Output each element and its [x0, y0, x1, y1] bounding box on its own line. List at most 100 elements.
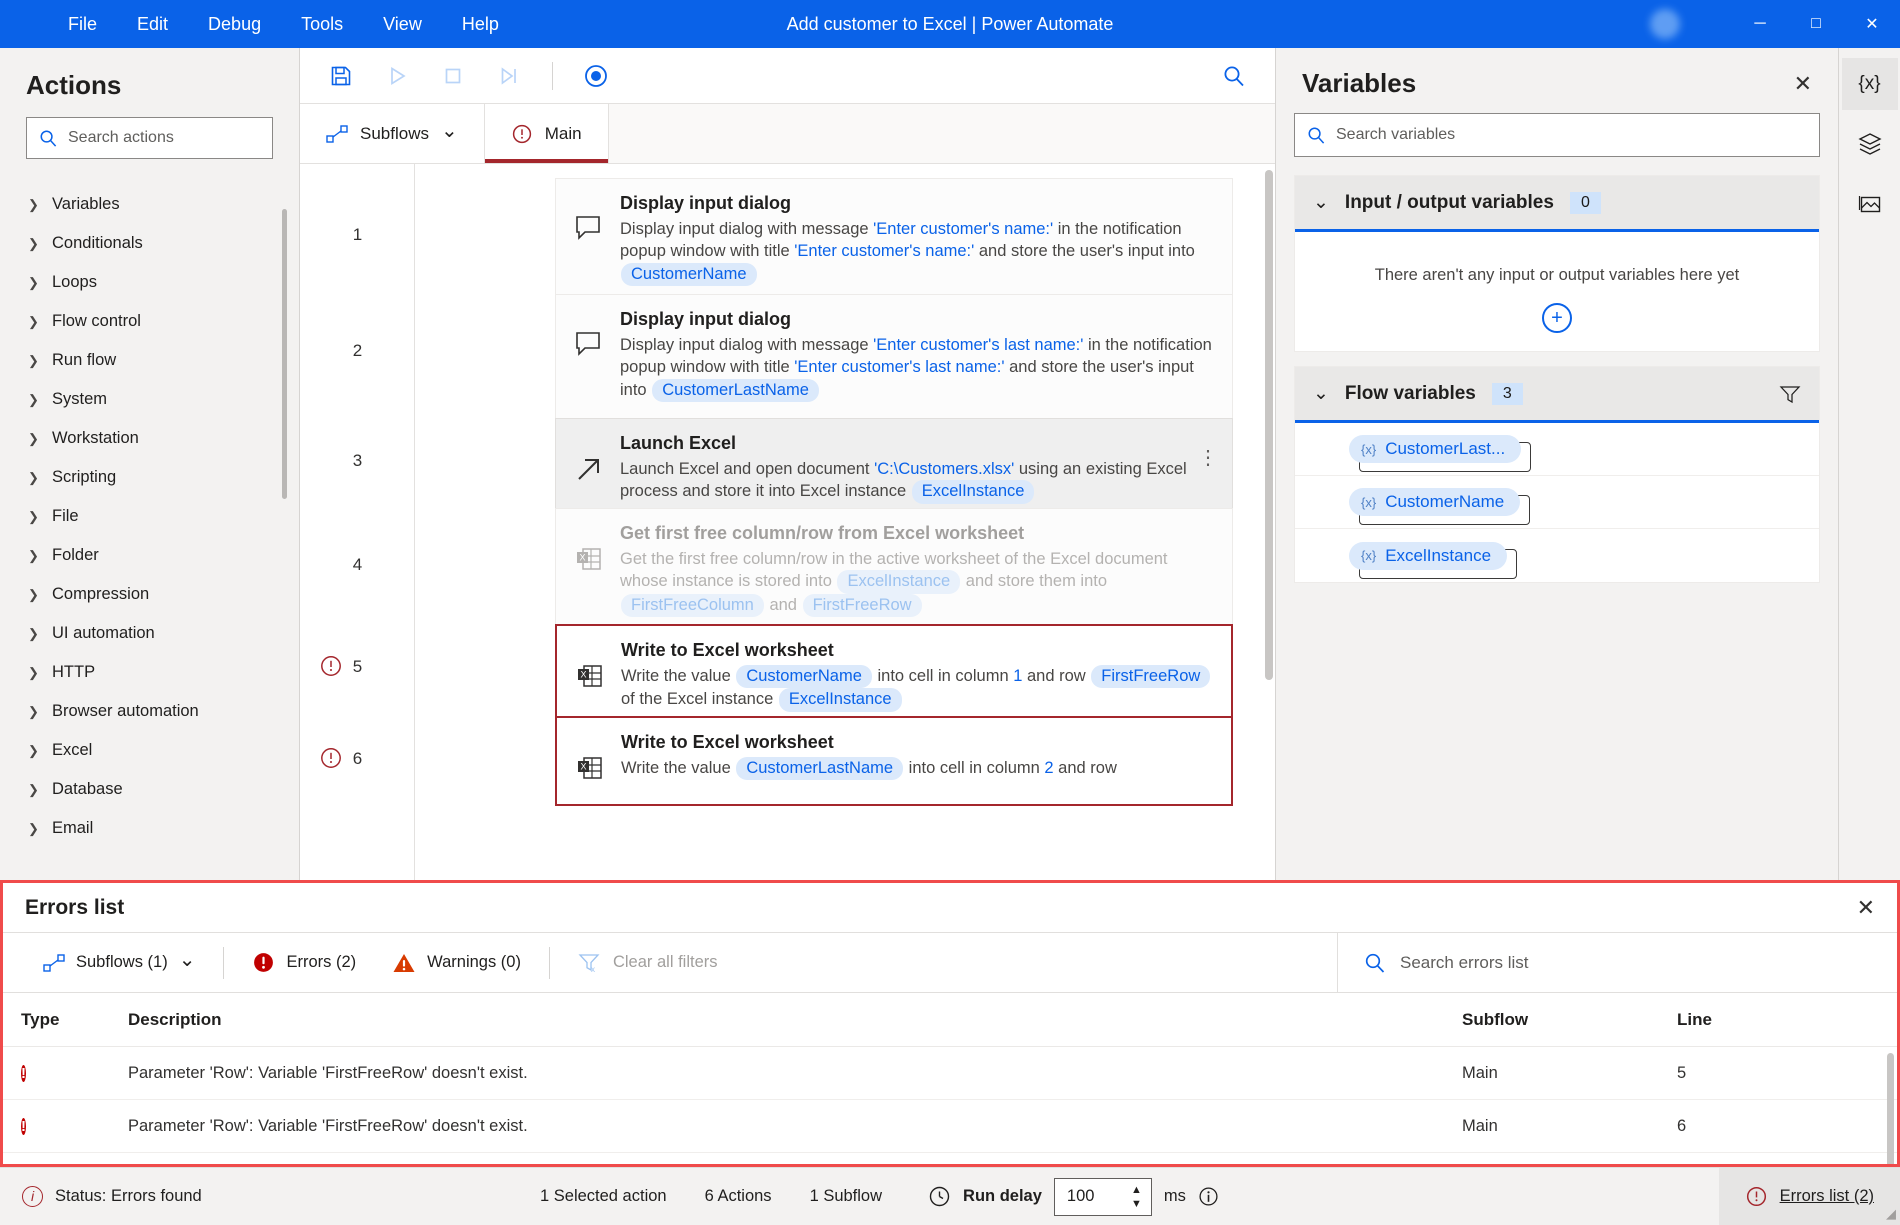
info-icon[interactable] [1198, 1186, 1219, 1207]
search-flow-button[interactable] [1211, 56, 1257, 96]
tab-main[interactable]: Main [485, 104, 609, 163]
variable-chip[interactable]: FirstFreeColumn [621, 594, 764, 617]
sidebar-item-email[interactable]: ❯Email [0, 809, 299, 848]
chevron-up-icon[interactable]: ▲ [1131, 1183, 1142, 1197]
resize-grip-icon[interactable]: ◢ [1886, 1206, 1896, 1222]
sidebar-item-compression[interactable]: ❯Compression [0, 575, 299, 614]
close-icon[interactable]: ✕ [1857, 895, 1875, 921]
sidebar-item-workstation[interactable]: ❯Workstation [0, 419, 299, 458]
sidebar-item-flow-control[interactable]: ❯Flow control [0, 302, 299, 341]
search-actions-input[interactable] [68, 129, 275, 147]
sidebar-item-run-flow[interactable]: ❯Run flow [0, 341, 299, 380]
minimize-button[interactable]: ─ [1732, 0, 1788, 48]
error-filled-icon [252, 951, 275, 974]
sidebar-item-system[interactable]: ❯System [0, 380, 299, 419]
chevron-down-icon[interactable]: ⌄ [179, 947, 196, 972]
action-more-options-button[interactable]: ⋮ [1198, 445, 1218, 470]
variable-chip[interactable]: ExcelInstance [779, 688, 902, 711]
clear-all-filters-button[interactable]: x Clear all filters [560, 942, 736, 984]
menu-help[interactable]: Help [442, 8, 519, 41]
flow-action-item[interactable]: Display input dialogDisplay input dialog… [555, 178, 1233, 303]
add-variable-button[interactable]: + [1542, 303, 1572, 333]
search-errors-input[interactable] [1400, 953, 1871, 973]
flow-action-item[interactable]: XWrite to Excel worksheetWrite the value… [555, 624, 1233, 730]
sidebar-item-browser-automation[interactable]: ❯Browser automation [0, 692, 299, 731]
chevron-down-icon[interactable]: ⌄ [1313, 382, 1329, 405]
flow-variable-row[interactable]: {x}ExcelInstance [1295, 529, 1819, 582]
menu-file[interactable]: File [48, 8, 117, 41]
description-text: into cell in column [873, 667, 1013, 685]
sidebar-item-ui-automation[interactable]: ❯UI automation [0, 614, 299, 653]
variable-chip[interactable]: CustomerLastName [652, 379, 819, 402]
sidebar-item-loops[interactable]: ❯Loops [0, 263, 299, 302]
actions-scrollbar[interactable] [282, 209, 287, 499]
variables-rail-button[interactable]: {x} [1842, 58, 1898, 110]
sidebar-item-variables[interactable]: ❯Variables [0, 185, 299, 224]
flow-variable-row[interactable]: {x}CustomerName [1295, 476, 1819, 529]
chevron-down-icon[interactable]: ⌄ [1313, 191, 1329, 214]
run-delay-stepper[interactable]: ▲ ▼ [1054, 1178, 1152, 1216]
variable-chip[interactable]: CustomerName [736, 665, 872, 688]
variable-brace-icon: {x} [1361, 442, 1376, 457]
close-icon[interactable]: ✕ [1794, 71, 1812, 97]
search-errors-box[interactable] [1337, 933, 1897, 993]
chevron-down-icon[interactable]: ⌄ [441, 118, 458, 143]
flow-variables-section-header[interactable]: ⌄ Flow variables 3 [1295, 367, 1819, 423]
error-table-row[interactable]: !Parameter 'Row': Variable 'FirstFreeRow… [3, 1100, 1897, 1153]
variable-chip[interactable]: FirstFreeRow [803, 594, 922, 617]
sidebar-item-label: Scripting [52, 468, 116, 487]
save-button[interactable] [318, 56, 364, 96]
run-button[interactable] [374, 56, 420, 96]
stepper-arrows[interactable]: ▲ ▼ [1131, 1183, 1142, 1211]
flow-action-item[interactable]: XWrite to Excel worksheetWrite the value… [555, 716, 1233, 806]
sidebar-item-folder[interactable]: ❯Folder [0, 536, 299, 575]
dialog-icon [574, 193, 604, 241]
chevron-right-icon: ❯ [28, 665, 38, 681]
variable-chip[interactable]: CustomerName [621, 263, 757, 286]
sidebar-item-database[interactable]: ❯Database [0, 770, 299, 809]
sidebar-item-http[interactable]: ❯HTTP [0, 653, 299, 692]
filter-icon[interactable] [1779, 384, 1801, 404]
run-next-action-button[interactable] [486, 56, 532, 96]
search-variables-input[interactable] [1336, 126, 1807, 144]
sidebar-item-file[interactable]: ❯File [0, 497, 299, 536]
run-delay-input[interactable] [1067, 1187, 1117, 1206]
close-button[interactable]: ✕ [1844, 0, 1900, 48]
menu-tools[interactable]: Tools [281, 8, 363, 41]
variable-chip[interactable]: {x}ExcelInstance [1349, 542, 1507, 570]
variable-chip[interactable]: ExcelInstance [837, 570, 960, 593]
menu-debug[interactable]: Debug [188, 8, 281, 41]
flow-variable-row[interactable]: {x}CustomerLast... [1295, 423, 1819, 476]
tab-subflows[interactable]: Subflows ⌄ [300, 104, 485, 163]
account-info[interactable] [1650, 9, 1690, 39]
stop-button[interactable] [430, 56, 476, 96]
ui-elements-rail-button[interactable] [1842, 118, 1898, 170]
variable-chip[interactable]: {x}CustomerLast... [1349, 435, 1521, 463]
images-rail-button[interactable] [1842, 178, 1898, 230]
chevron-down-icon[interactable]: ▼ [1131, 1197, 1142, 1211]
flow-scrollbar[interactable] [1265, 170, 1273, 680]
variable-chip[interactable]: FirstFreeRow [1091, 665, 1210, 688]
search-variables-box[interactable] [1294, 113, 1820, 157]
errors-list-status-button[interactable]: Errors list (2) [1719, 1168, 1900, 1225]
flow-action-item[interactable]: XGet first free column/row from Excel wo… [555, 508, 1233, 634]
input-output-section-header[interactable]: ⌄ Input / output variables 0 [1295, 176, 1819, 232]
variable-chip[interactable]: {x}CustomerName [1349, 488, 1520, 516]
menu-edit[interactable]: Edit [117, 8, 188, 41]
sidebar-item-scripting[interactable]: ❯Scripting [0, 458, 299, 497]
search-actions-box[interactable] [26, 117, 273, 159]
flow-action-item[interactable]: Display input dialogDisplay input dialog… [555, 294, 1233, 419]
variable-chip[interactable]: CustomerLastName [736, 757, 903, 780]
filter-warnings-button[interactable]: Warnings (0) [374, 942, 539, 984]
record-button[interactable] [573, 56, 619, 96]
flow-action-item[interactable]: Launch ExcelLaunch Excel and open docume… [555, 418, 1233, 521]
filter-subflows-button[interactable]: Subflows (1) ⌄ [25, 942, 213, 984]
filter-errors-button[interactable]: Errors (2) [234, 942, 374, 984]
variable-chip[interactable]: ExcelInstance [912, 480, 1035, 503]
error-table-row[interactable]: !Parameter 'Row': Variable 'FirstFreeRow… [3, 1047, 1897, 1100]
errors-table-scrollbar[interactable] [1887, 1053, 1894, 1164]
sidebar-item-excel[interactable]: ❯Excel [0, 731, 299, 770]
menu-view[interactable]: View [363, 8, 442, 41]
maximize-button[interactable]: □ [1788, 0, 1844, 48]
sidebar-item-conditionals[interactable]: ❯Conditionals [0, 224, 299, 263]
